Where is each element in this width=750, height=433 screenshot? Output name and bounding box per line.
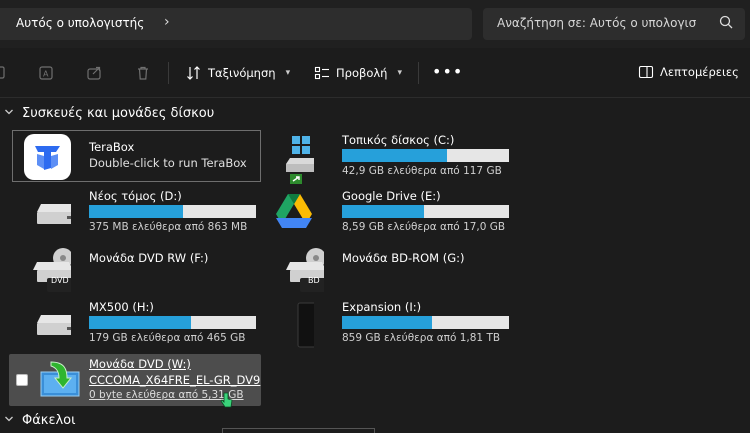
drive-w-tile[interactable]: Μονάδα DVD (W:) CCCOMA_X64FRE_EL-GR_DV9 … bbox=[9, 354, 261, 408]
breadcrumb-chevron-icon[interactable]: › bbox=[164, 14, 170, 30]
drive-h-tile[interactable]: MX500 (H:) 179 GB ελεύθερα από 465 GB bbox=[11, 297, 261, 349]
toolbar-divider bbox=[168, 62, 169, 84]
dvd-install-icon bbox=[37, 360, 83, 400]
sort-button[interactable]: Ταξινόμηση ▾ bbox=[186, 63, 290, 83]
drive-i-usage-bar bbox=[342, 316, 509, 329]
drive-g-tile[interactable]: BD Μονάδα BD-ROM (G:) bbox=[264, 240, 514, 292]
dvd-badge: DVD bbox=[51, 276, 69, 285]
share-icon[interactable] bbox=[86, 64, 104, 82]
delete-icon[interactable] bbox=[134, 64, 152, 82]
drive-i-name: Expansion (I:) bbox=[342, 300, 422, 314]
drive-e-tile[interactable]: Google Drive (E:) 8,59 GB ελεύθερα από 1… bbox=[264, 186, 514, 238]
terabox-subtitle: Double-click to run TeraBox bbox=[89, 156, 247, 170]
drive-e-usage-bar bbox=[342, 205, 509, 218]
details-pane-button[interactable]: Λεπτομέρειες bbox=[638, 64, 739, 80]
drive-d-name: Νέος τόμος (D:) bbox=[89, 189, 182, 203]
terabox-name: TeraBox bbox=[89, 140, 135, 154]
windows-drive-icon bbox=[264, 134, 336, 184]
drive-c-usage-fill bbox=[342, 149, 448, 162]
drive-e-usage-fill bbox=[342, 205, 424, 218]
drive-w-name: Μονάδα DVD (W:) bbox=[89, 357, 191, 371]
drive-i-tile[interactable]: Expansion (I:) 859 GB ελεύθερα από 1,81 … bbox=[264, 297, 514, 349]
drive-d-tile[interactable]: Νέος τόμος (D:) 375 MB ελεύθερα από 863 … bbox=[11, 186, 261, 238]
search-icon[interactable] bbox=[719, 15, 733, 33]
drive-f-tile[interactable]: DVD Μονάδα DVD RW (F:) bbox=[11, 240, 261, 292]
sort-icon bbox=[187, 66, 200, 80]
svg-text:A: A bbox=[43, 70, 49, 79]
drive-e-free-space: 8,59 GB ελεύθερα από 17,0 GB bbox=[342, 221, 506, 233]
drive-i-usage-fill bbox=[342, 316, 433, 329]
chevron-down-icon: ▾ bbox=[285, 68, 291, 78]
hand-cursor-icon bbox=[220, 392, 234, 413]
chevron-down-icon bbox=[4, 107, 14, 120]
terabox-logo-icon bbox=[24, 134, 71, 180]
hard-drive-icon bbox=[11, 301, 77, 345]
drive-c-free-space: 42,9 GB ελεύθερα από 117 GB bbox=[342, 165, 502, 177]
drive-h-name: MX500 (H:) bbox=[89, 300, 154, 314]
dvd-drive-icon bbox=[11, 244, 77, 292]
external-drive-icon bbox=[264, 301, 327, 348]
drive-g-name: Μονάδα BD-ROM (G:) bbox=[342, 251, 465, 265]
hard-drive-icon bbox=[11, 190, 77, 234]
search-input[interactable]: Αναζήτηση σε: Αυτός ο υπολογισ bbox=[497, 16, 707, 30]
drive-d-free-space: 375 MB ελεύθερα από 863 MB bbox=[89, 221, 248, 233]
command-bar: A Ταξινόμηση ▾ Προβολή ▾ ••• Λεπτομέρειε… bbox=[0, 48, 750, 98]
address-bar[interactable]: Αυτός ο υπολογιστής › bbox=[0, 8, 472, 40]
drive-h-free-space: 179 GB ελεύθερα από 465 GB bbox=[89, 332, 246, 344]
drive-d-usage-fill bbox=[89, 205, 183, 218]
drive-e-name: Google Drive (E:) bbox=[342, 189, 441, 203]
folders-section-header[interactable]: Φάκελοι bbox=[4, 413, 76, 428]
chevron-down-icon: ▾ bbox=[397, 68, 402, 78]
tooltip-edge bbox=[222, 428, 375, 433]
copy-icon[interactable] bbox=[0, 64, 10, 82]
chevron-down-icon bbox=[4, 414, 14, 427]
view-button[interactable]: Προβολή ▾ bbox=[314, 63, 402, 83]
devices-section-header[interactable]: Συσκευές και μονάδες δίσκου bbox=[4, 106, 214, 121]
breadcrumb-this-pc[interactable]: Αυτός ο υπολογιστής bbox=[16, 16, 144, 30]
view-label: Προβολή bbox=[336, 66, 388, 80]
bd-drive-icon bbox=[264, 244, 330, 292]
drive-c-tile[interactable]: Τοπικός δίσκος (C:) 42,9 GB ελεύθερα από… bbox=[264, 130, 514, 184]
drive-c-usage-bar bbox=[342, 149, 509, 162]
search-box[interactable]: Αναζήτηση σε: Αυτός ο υπολογισ bbox=[483, 8, 745, 40]
devices-section-title: Συσκευές και μονάδες δίσκου bbox=[22, 106, 215, 121]
sort-label: Ταξινόμηση bbox=[208, 66, 276, 80]
selection-checkbox[interactable] bbox=[16, 374, 28, 386]
view-icon bbox=[314, 66, 329, 80]
drive-h-usage-bar bbox=[89, 316, 256, 329]
more-options-button[interactable]: ••• bbox=[432, 62, 463, 81]
details-label: Λεπτομέρειες bbox=[660, 65, 739, 79]
details-pane-icon bbox=[638, 65, 654, 79]
bd-badge: BD bbox=[308, 276, 320, 285]
folders-section-title: Φάκελοι bbox=[22, 413, 76, 428]
drive-i-free-space: 859 GB ελεύθερα από 1,81 TB bbox=[342, 332, 501, 344]
drive-f-name: Μονάδα DVD RW (F:) bbox=[89, 251, 209, 265]
toolbar-divider bbox=[418, 62, 419, 84]
drive-w-volume-label: CCCOMA_X64FRE_EL-GR_DV9 bbox=[89, 373, 261, 387]
drive-c-name: Τοπικός δίσκος (C:) bbox=[342, 133, 455, 147]
google-drive-icon bbox=[264, 190, 312, 234]
drive-d-usage-bar bbox=[89, 205, 256, 218]
drive-h-usage-fill bbox=[89, 316, 191, 329]
rename-icon[interactable]: A bbox=[38, 64, 56, 82]
title-bar: Αυτός ο υπολογιστής › Αναζήτηση σε: Αυτό… bbox=[0, 0, 750, 48]
